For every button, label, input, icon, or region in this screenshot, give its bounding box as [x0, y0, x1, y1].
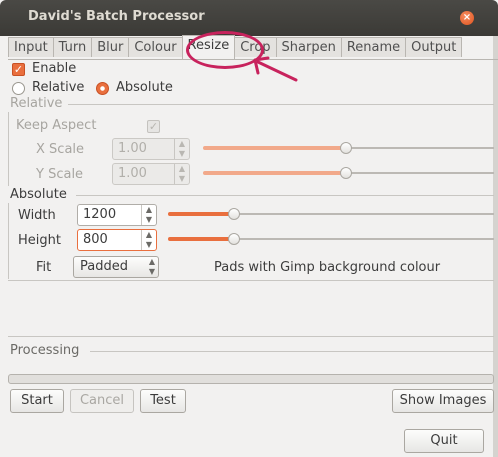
enable-checkbox[interactable]: ✓: [12, 63, 25, 76]
width-slider-fill: [168, 212, 230, 216]
height-slider-fill: [168, 237, 230, 241]
spin-arrows-icon[interactable]: ▲ ▼: [174, 164, 189, 184]
fit-combo-value: Padded: [80, 259, 128, 274]
quit-button[interactable]: Quit: [404, 429, 484, 453]
progress-bar: [8, 374, 494, 384]
yscale-slider-fill: [203, 171, 343, 175]
window-title: David's Batch Processor: [28, 9, 205, 24]
close-icon[interactable]: ×: [460, 11, 474, 25]
width-spin[interactable]: 1200 ▲ ▼: [77, 204, 157, 226]
cancel-button[interactable]: Cancel: [70, 389, 134, 413]
xscale-slider-knob[interactable]: [340, 142, 352, 154]
width-slider-track: [236, 213, 494, 215]
xscale-slider-track: [350, 147, 494, 149]
relative-frame-border: [68, 104, 494, 105]
absolute-frame-left: [8, 203, 9, 279]
processing-frame-border: [90, 351, 494, 352]
relative-radio-label: Relative: [32, 80, 85, 95]
width-slider-knob[interactable]: [228, 208, 240, 220]
relative-frame-left: [8, 112, 9, 186]
annotation-arrow-icon: [253, 56, 298, 82]
combo-arrows-icon: ▲ ▼: [148, 257, 155, 276]
spin-arrows-icon[interactable]: ▲ ▼: [141, 230, 156, 250]
absolute-frame-border: [76, 195, 494, 196]
yscale-slider-knob[interactable]: [340, 167, 352, 179]
tab-rename[interactable]: Rename: [340, 37, 407, 57]
relative-radio[interactable]: [12, 82, 25, 95]
start-button[interactable]: Start: [10, 389, 64, 413]
tab-blur[interactable]: Blur: [91, 37, 130, 57]
height-slider-knob[interactable]: [228, 233, 240, 245]
yscale-label: Y Scale: [36, 167, 84, 182]
xscale-label: X Scale: [36, 142, 85, 157]
tab-input[interactable]: Input: [8, 37, 54, 57]
spin-arrows-icon[interactable]: ▲ ▼: [141, 205, 156, 225]
keep-aspect-label: Keep Aspect: [16, 118, 97, 133]
height-value[interactable]: 800: [78, 230, 141, 250]
height-label: Height: [18, 233, 61, 248]
xscale-value: 1.00: [118, 141, 147, 156]
test-button[interactable]: Test: [140, 389, 186, 413]
tab-colour[interactable]: Colour: [128, 37, 183, 57]
height-slider-track: [236, 238, 494, 240]
fit-label: Fit: [36, 260, 52, 275]
relative-frame-label: Relative: [10, 96, 63, 111]
enable-label: Enable: [32, 61, 77, 76]
fit-description: Pads with Gimp background colour: [214, 260, 441, 275]
yscale-value: 1.00: [118, 166, 147, 181]
width-label: Width: [18, 208, 56, 223]
absolute-radio-label: Absolute: [116, 80, 173, 95]
height-spin[interactable]: 800 ▲ ▼: [77, 229, 157, 251]
show-images-button[interactable]: Show Images: [392, 389, 494, 413]
tab-output[interactable]: Output: [405, 37, 463, 57]
keep-aspect-checkbox[interactable]: ✓: [147, 120, 160, 133]
xscale-spin[interactable]: 1.00 ▲ ▼: [112, 138, 190, 160]
absolute-frame-label: Absolute: [10, 187, 67, 202]
absolute-frame-bottom: [8, 280, 494, 281]
fit-combo[interactable]: Padded ▲ ▼: [73, 256, 159, 278]
processing-label: Processing: [10, 343, 80, 358]
processing-top-border: [8, 336, 494, 337]
yscale-slider-track: [350, 172, 494, 174]
xscale-slider-fill: [203, 146, 343, 150]
width-value[interactable]: 1200: [78, 205, 141, 225]
spin-arrows-icon[interactable]: ▲ ▼: [174, 139, 189, 159]
absolute-radio[interactable]: [96, 82, 109, 95]
yscale-spin[interactable]: 1.00 ▲ ▼: [112, 163, 190, 185]
tab-turn[interactable]: Turn: [52, 37, 93, 57]
